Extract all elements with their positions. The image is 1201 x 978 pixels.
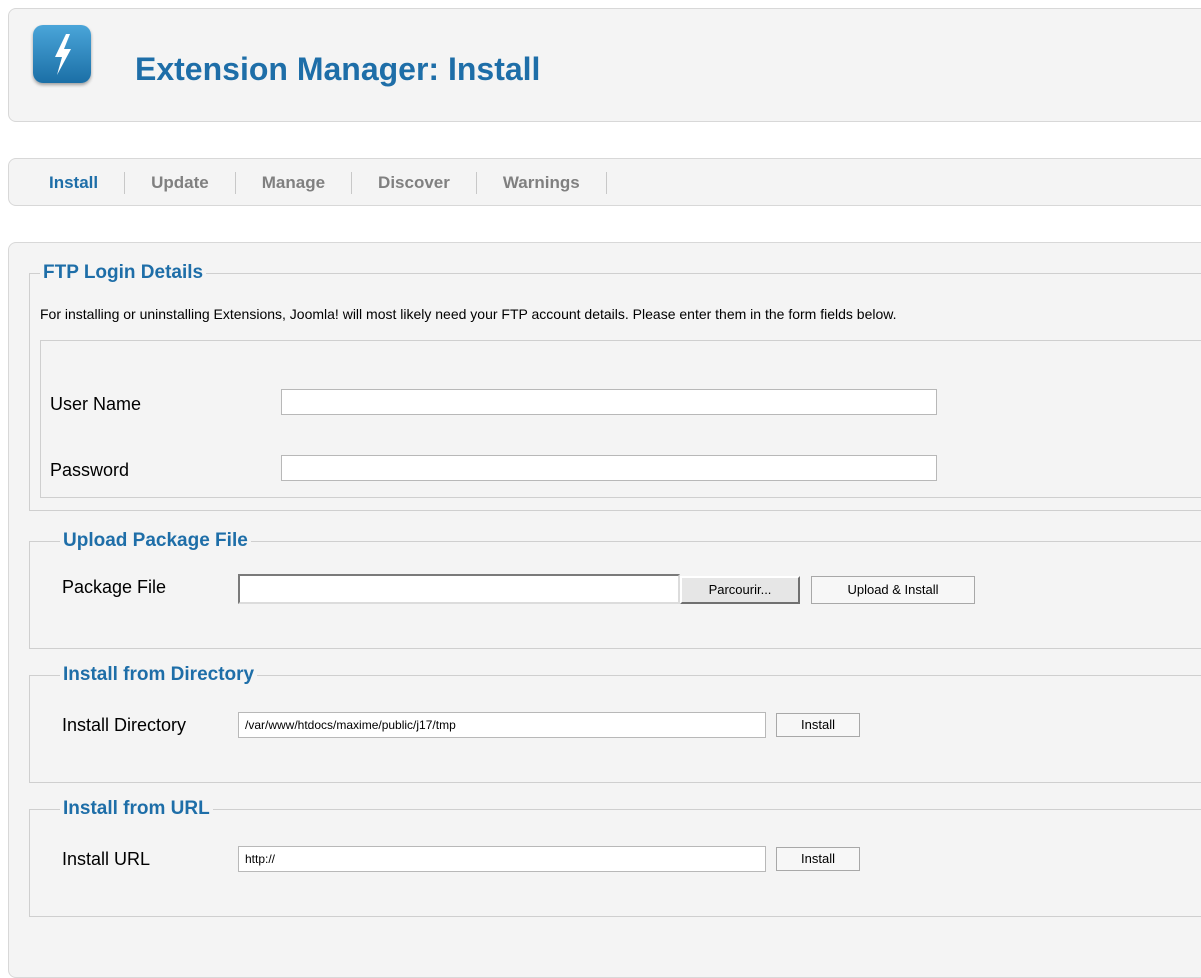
package-file-label: Package File bbox=[62, 577, 167, 597]
directory-fieldset: Install from Directory Install Directory… bbox=[29, 664, 1201, 783]
ftp-credentials-box: User Name Password bbox=[40, 340, 1201, 498]
install-url-button[interactable]: Install bbox=[776, 847, 860, 871]
upload-fieldset: Upload Package File Package File Parcour… bbox=[29, 530, 1201, 649]
browse-button[interactable]: Parcourir... bbox=[680, 576, 800, 604]
tab-install[interactable]: Install bbox=[9, 172, 126, 194]
tab-update[interactable]: Update bbox=[125, 172, 236, 194]
upload-legend: Upload Package File bbox=[60, 530, 251, 552]
install-directory-button[interactable]: Install bbox=[776, 713, 860, 737]
page-title: Extension Manager: Install bbox=[135, 51, 541, 87]
directory-legend: Install from Directory bbox=[60, 664, 258, 686]
password-input[interactable] bbox=[281, 455, 937, 481]
install-url-label: Install URL bbox=[62, 849, 151, 869]
package-file-input[interactable] bbox=[238, 574, 680, 604]
password-label: Password bbox=[50, 460, 130, 480]
ftp-description: For installing or uninstalling Extension… bbox=[40, 306, 897, 322]
ftp-legend: FTP Login Details bbox=[40, 262, 207, 284]
main-panel: FTP Login Details For installing or unin… bbox=[8, 242, 1201, 978]
username-label: User Name bbox=[50, 394, 142, 414]
ftp-fieldset: FTP Login Details For installing or unin… bbox=[29, 262, 1201, 511]
tab-manage[interactable]: Manage bbox=[236, 172, 353, 194]
install-directory-label: Install Directory bbox=[62, 715, 187, 735]
username-input[interactable] bbox=[281, 389, 937, 415]
install-directory-input[interactable] bbox=[238, 712, 766, 738]
tabs-bar: Install Update Manage Discover Warnings bbox=[8, 158, 1201, 206]
lightning-bolt-icon bbox=[33, 25, 91, 83]
tab-discover[interactable]: Discover bbox=[352, 172, 477, 194]
tab-warnings[interactable]: Warnings bbox=[477, 172, 607, 194]
install-url-input[interactable] bbox=[238, 846, 766, 872]
header-panel: Extension Manager: Install bbox=[8, 8, 1201, 122]
upload-install-button[interactable]: Upload & Install bbox=[811, 576, 975, 604]
url-legend: Install from URL bbox=[60, 798, 213, 820]
tab-list: Install Update Manage Discover Warnings bbox=[9, 172, 607, 194]
url-fieldset: Install from URL Install URL Install bbox=[29, 798, 1201, 917]
